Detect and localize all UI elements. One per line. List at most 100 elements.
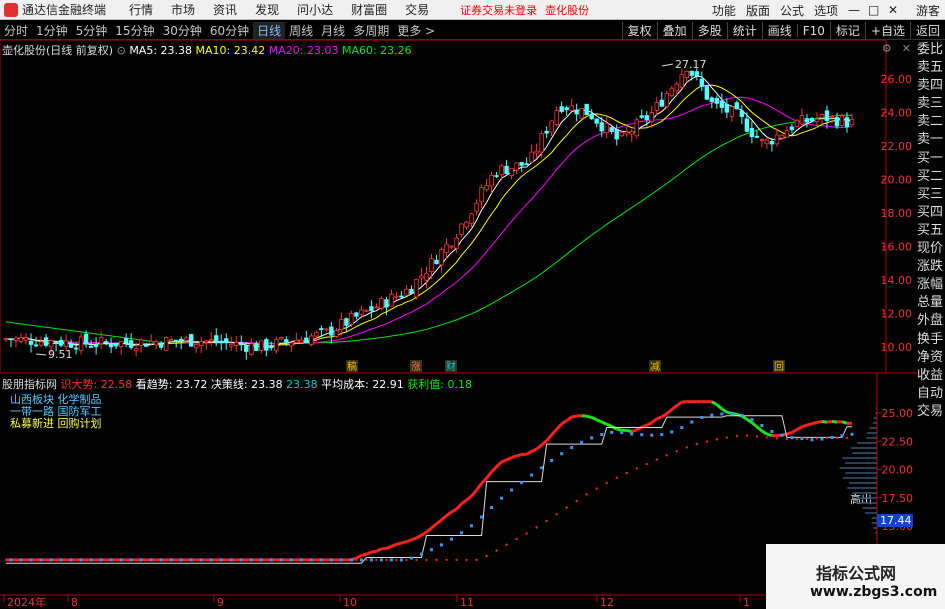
candle[interactable]	[689, 70, 695, 76]
tool-add-watchlist[interactable]: +自选	[864, 22, 910, 39]
candle[interactable]	[759, 139, 765, 141]
candle[interactable]	[239, 342, 244, 346]
candle[interactable]	[18, 337, 24, 342]
candle[interactable]	[609, 127, 614, 132]
candle[interactable]	[804, 118, 810, 123]
candle[interactable]	[274, 339, 279, 351]
candle[interactable]	[509, 168, 514, 176]
candle[interactable]	[529, 151, 534, 163]
candle[interactable]	[299, 339, 304, 343]
period-more[interactable]: 更多 >	[393, 22, 439, 39]
quote-field-17[interactable]: 净资	[917, 349, 945, 367]
candle[interactable]	[219, 340, 224, 344]
candle[interactable]	[369, 306, 374, 312]
quote-field-19[interactable]: 自动	[917, 385, 945, 403]
quote-field-16[interactable]: 换手	[917, 331, 945, 349]
quote-field-9[interactable]: 买四	[917, 204, 945, 222]
candle[interactable]	[659, 99, 664, 107]
candle[interactable]	[163, 336, 169, 351]
kline-chart[interactable]: 26.00 24.00 22.00 20.00 18.00 16.00 14.00 12.00…	[0, 40, 917, 609]
period-15min[interactable]: 15分钟	[111, 22, 158, 39]
candle[interactable]	[599, 122, 604, 132]
menu-options[interactable]: 选项	[809, 2, 843, 19]
candle[interactable]	[199, 341, 204, 346]
candle[interactable]	[779, 134, 785, 139]
candle[interactable]	[309, 335, 314, 345]
candle[interactable]	[224, 338, 229, 344]
candle[interactable]	[789, 126, 795, 131]
candle[interactable]	[614, 128, 619, 140]
candle[interactable]	[489, 175, 494, 187]
login-alert[interactable]: 证券交易未登录	[460, 2, 537, 18]
quote-field-14[interactable]: 总量	[917, 294, 945, 312]
gear-icon[interactable]: ⚙	[882, 42, 892, 55]
menu-formula[interactable]: 公式	[775, 2, 809, 19]
candle[interactable]	[359, 309, 364, 315]
candle[interactable]	[158, 342, 164, 348]
candle[interactable]	[434, 259, 439, 265]
candle[interactable]	[714, 98, 720, 104]
candle[interactable]	[424, 273, 429, 281]
candle[interactable]	[749, 128, 755, 137]
candle[interactable]	[829, 115, 835, 118]
candle[interactable]	[409, 288, 414, 294]
maximize-icon[interactable]: □	[863, 3, 883, 17]
candle[interactable]	[259, 340, 264, 351]
candle[interactable]	[784, 130, 790, 138]
tool-draw[interactable]: 画线	[761, 22, 797, 39]
candle[interactable]	[354, 312, 359, 317]
candle[interactable]	[589, 113, 594, 120]
candle[interactable]	[494, 175, 499, 177]
minimize-icon[interactable]: —	[843, 3, 863, 17]
tool-restore-rights[interactable]: 复权	[621, 22, 657, 39]
quote-field-12[interactable]: 涨跌	[917, 258, 945, 276]
candle[interactable]	[634, 119, 639, 137]
period-daily[interactable]: 日线	[253, 21, 286, 39]
candle[interactable]	[179, 338, 184, 342]
candle[interactable]	[814, 118, 820, 123]
candle[interactable]	[63, 340, 69, 347]
candle[interactable]	[153, 341, 159, 346]
candle[interactable]	[774, 134, 780, 145]
menu-layout[interactable]: 版面	[741, 2, 775, 19]
candle[interactable]	[649, 112, 654, 122]
tool-multi-stock[interactable]: 多股	[691, 22, 727, 39]
candle[interactable]	[244, 345, 249, 352]
candle[interactable]	[679, 74, 684, 88]
candle[interactable]	[249, 343, 254, 355]
candle[interactable]	[459, 223, 464, 235]
candle[interactable]	[834, 117, 840, 127]
candle[interactable]	[399, 295, 404, 298]
candle[interactable]	[769, 141, 775, 145]
candle[interactable]	[58, 339, 64, 346]
candle[interactable]	[254, 343, 259, 351]
candle[interactable]	[264, 339, 269, 351]
candle[interactable]	[8, 338, 14, 341]
tool-back[interactable]: 返回	[909, 22, 945, 39]
candle[interactable]	[844, 117, 850, 128]
candle[interactable]	[674, 83, 679, 92]
candle[interactable]	[644, 115, 649, 120]
quote-field-18[interactable]: 收益	[917, 367, 945, 385]
candle[interactable]	[314, 331, 319, 337]
candle[interactable]	[824, 110, 830, 121]
quote-field-7[interactable]: 买二	[917, 168, 945, 186]
candle[interactable]	[284, 339, 289, 343]
candle[interactable]	[764, 139, 770, 145]
candle[interactable]	[329, 326, 334, 336]
quote-field-8[interactable]: 买三	[917, 186, 945, 204]
candle[interactable]	[33, 344, 39, 347]
candle[interactable]	[849, 119, 855, 126]
quote-field-11[interactable]: 现价	[917, 240, 945, 258]
tool-stats[interactable]: 统计	[726, 22, 762, 39]
candle[interactable]	[374, 306, 379, 309]
candle[interactable]	[479, 187, 484, 203]
quote-field-0[interactable]: 委比	[917, 41, 945, 59]
period-weekly[interactable]: 周线	[285, 22, 317, 39]
period-1min[interactable]: 1分钟	[32, 22, 72, 39]
menu-item-trade[interactable]: 交易	[396, 1, 438, 18]
candle[interactable]	[504, 165, 509, 175]
candle[interactable]	[138, 339, 144, 346]
candle[interactable]	[429, 258, 434, 272]
candle[interactable]	[113, 342, 119, 347]
